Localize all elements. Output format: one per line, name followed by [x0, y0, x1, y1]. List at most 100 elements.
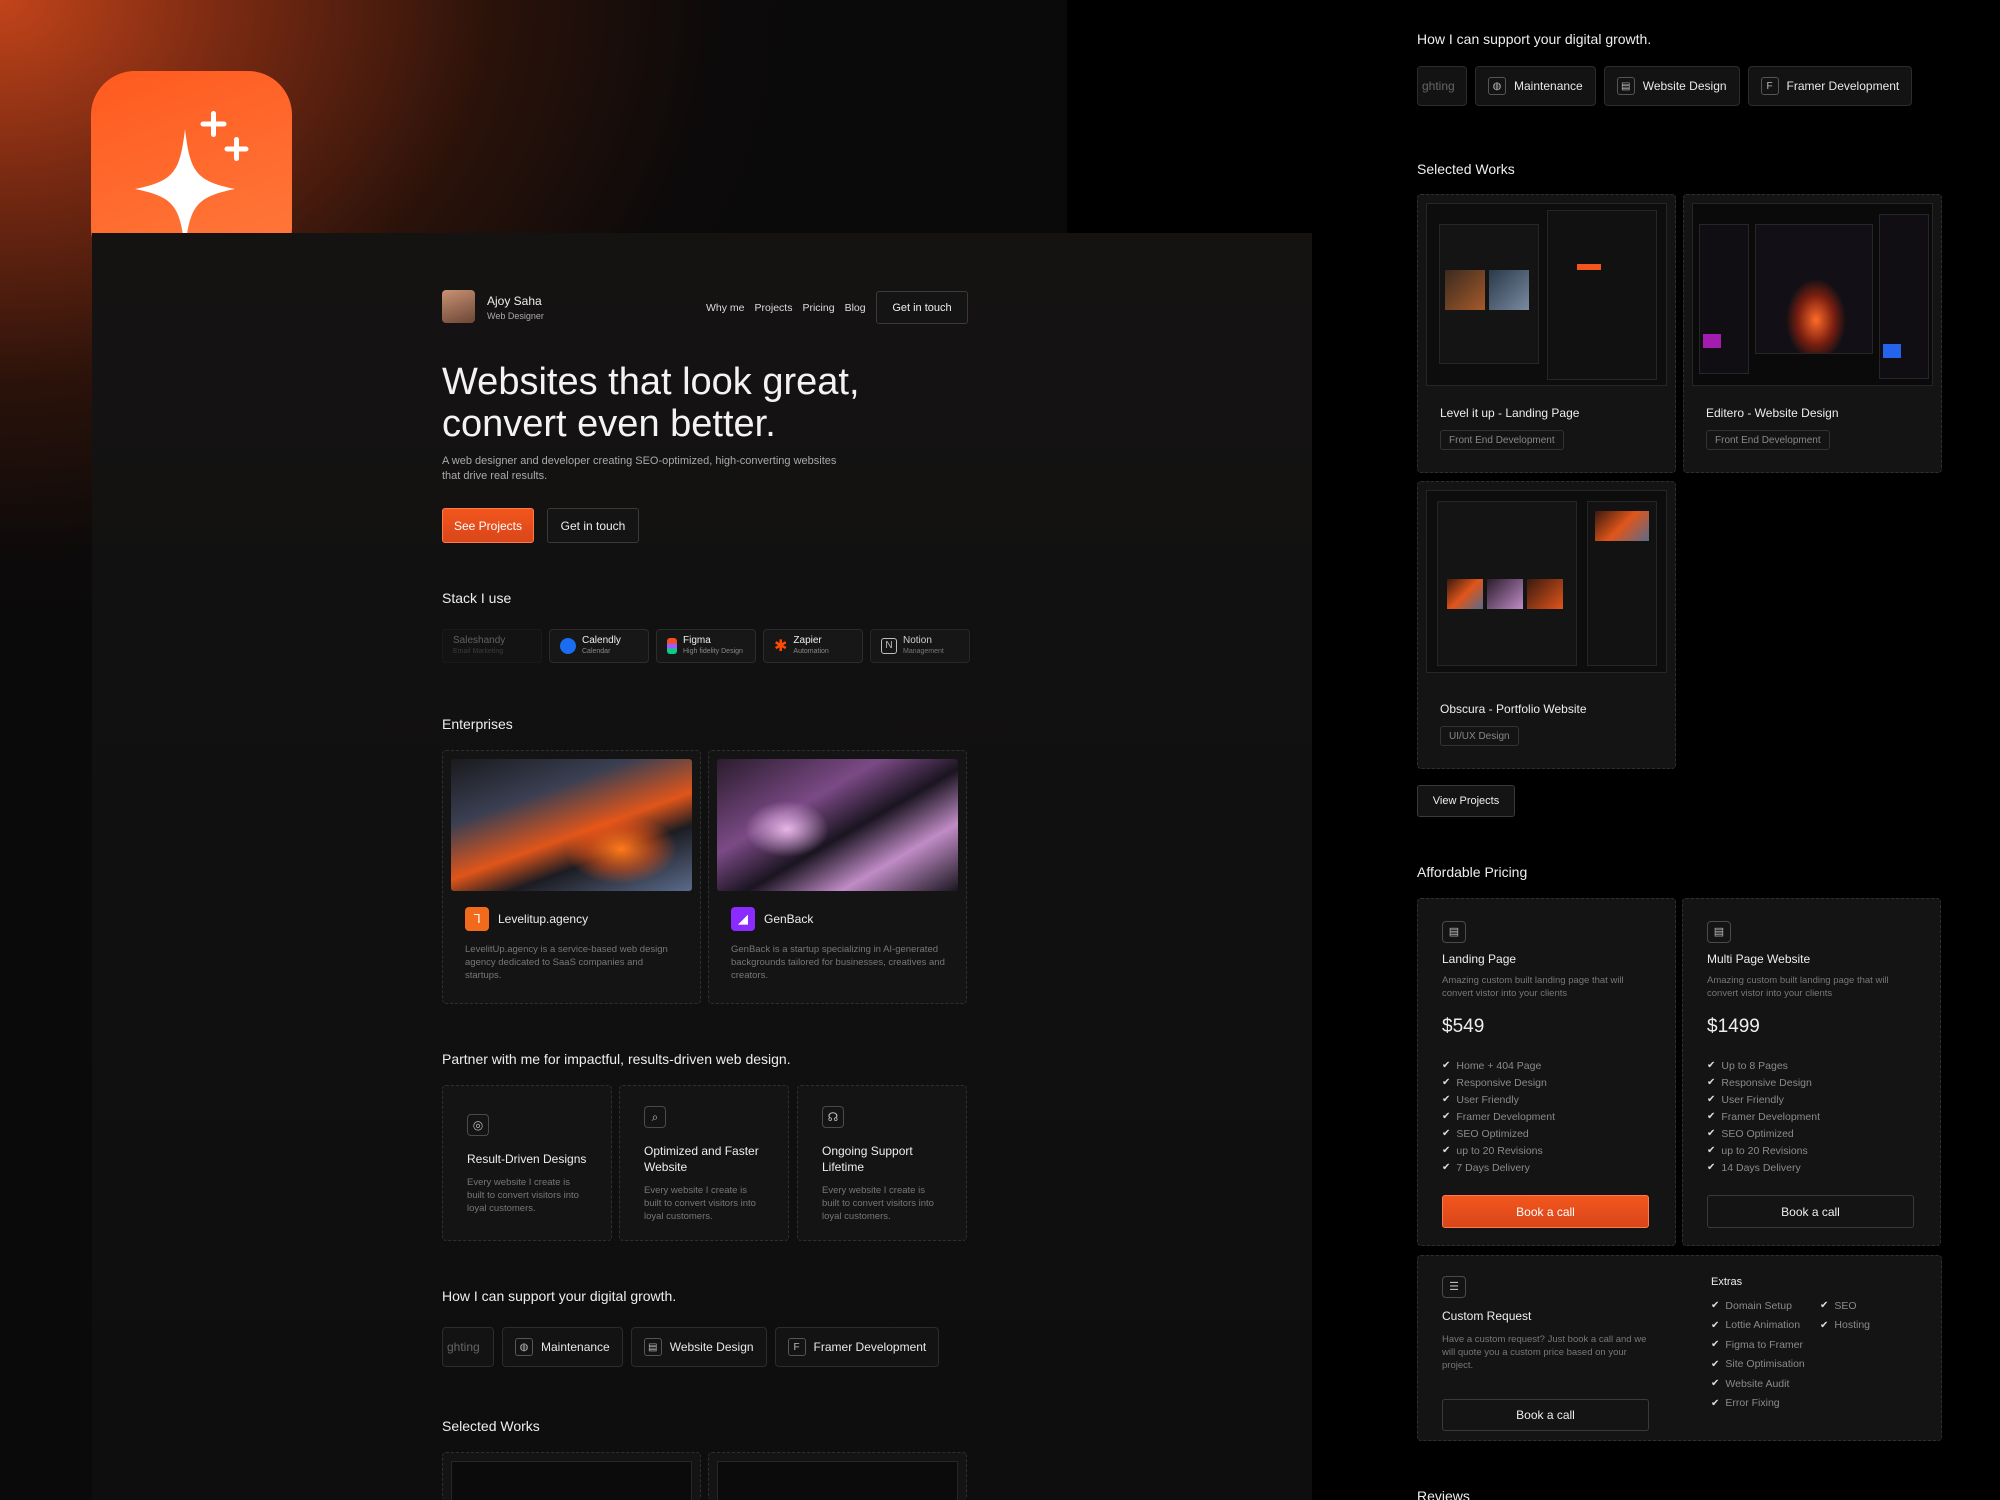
feature-item: ✔ Home + 404 Page — [1442, 1057, 1555, 1074]
layout-icon: ▤ — [643, 1338, 662, 1356]
check-icon: ✔ — [1820, 1319, 1829, 1331]
check-icon: ✔ — [1442, 1094, 1451, 1105]
zapier-icon: ✱ — [774, 638, 788, 655]
layout-icon: ▤ — [1707, 921, 1731, 943]
feature-item: ✔ up to 20 Revisions — [1442, 1142, 1555, 1159]
work-card-editero[interactable]: Editero - Website Design Front End Devel… — [1683, 194, 1942, 473]
partner-card-desc: Every website I create is built to conve… — [822, 1185, 934, 1222]
feature-text: SEO Optimized — [1721, 1127, 1794, 1140]
enterprise-image — [451, 759, 692, 891]
stack-name: Notion — [903, 635, 932, 646]
nav-blog[interactable]: Blog — [845, 302, 866, 314]
check-icon: ✔ — [1707, 1060, 1716, 1071]
service-label: Maintenance — [541, 1340, 610, 1354]
header-get-in-touch-button[interactable]: Get in touch — [876, 291, 968, 324]
partner-card-desc: Every website I create is built to conve… — [467, 1177, 579, 1214]
feature-item: ✔ Up to 8 Pages — [1707, 1057, 1820, 1074]
notion-icon: N — [881, 638, 897, 654]
extras-list-1: ✔ Domain Setup ✔ Lottie Animation ✔ Figma t… — [1711, 1296, 1805, 1413]
service-label: Website Design — [1642, 79, 1727, 93]
levelitup-logo-icon: ᒣ — [465, 907, 489, 931]
work-tag: Front End Development — [1706, 430, 1830, 450]
layout-icon: ▤ — [1442, 921, 1466, 943]
service-chip-lighting: ghting — [442, 1327, 494, 1367]
extras-list-2: ✔ SEO ✔ Hosting — [1820, 1296, 1870, 1335]
feature-text: Responsive Design — [1456, 1076, 1547, 1089]
service-chip-maintenance: ◍ Maintenance — [1475, 66, 1596, 106]
work-card-obscura[interactable]: Obscura - Portfolio Website UI/UX Design — [1417, 481, 1676, 769]
feature-item: ✔ up to 20 Revisions — [1707, 1142, 1820, 1159]
stack-title: Stack I use — [442, 590, 512, 606]
stack-item-saleshandy: Saleshandy Email Marketing — [442, 629, 542, 663]
feature-text: up to 20 Revisions — [1456, 1144, 1543, 1157]
stack-item-notion: N Notion Management — [870, 629, 970, 663]
check-icon: ✔ — [1711, 1397, 1720, 1409]
figma-icon — [667, 638, 677, 654]
work-thumbnail — [717, 1461, 958, 1500]
globe-icon: ◍ — [1488, 77, 1506, 95]
hero-get-in-touch-button[interactable]: Get in touch — [547, 508, 639, 543]
genback-logo-icon: ◢ — [731, 907, 755, 931]
hero-title-line-2: convert even better. — [442, 403, 776, 445]
extra-text: Website Audit — [1725, 1377, 1790, 1390]
stack-list: Saleshandy Email Marketing Calendly Calend… — [442, 629, 970, 663]
support-title: How I can support your digital growth. — [442, 1288, 677, 1304]
partner-card-results: ◎ Result-Driven Designs Every website I … — [442, 1085, 612, 1241]
check-icon: ✔ — [1442, 1145, 1451, 1156]
check-icon: ✔ — [1711, 1378, 1720, 1390]
partner-card-title: Optimized and Faster Website — [644, 1144, 759, 1174]
nav-pricing[interactable]: Pricing — [802, 302, 834, 314]
hero-subtitle-line-1: A web designer and developer creating SE… — [442, 455, 837, 467]
check-icon: ✔ — [1707, 1094, 1716, 1105]
extra-item: ✔ Domain Setup — [1711, 1296, 1805, 1316]
plan-name: Multi Page Website — [1707, 952, 1811, 966]
feature-text: 14 Days Delivery — [1721, 1161, 1801, 1174]
custom-book-call-button[interactable]: Book a call — [1442, 1399, 1649, 1431]
plan-book-call-button[interactable]: Book a call — [1707, 1195, 1914, 1228]
support-title-right: How I can support your digital growth. — [1417, 31, 1652, 47]
feature-item: ✔ SEO Optimized — [1442, 1125, 1555, 1142]
hero-subtitle-line-2: that drive real results. — [442, 470, 548, 482]
plan-book-call-button[interactable]: Book a call — [1442, 1195, 1649, 1228]
hero-subtitle: A web designer and developer creating SE… — [442, 454, 836, 484]
service-label: Framer Development — [813, 1340, 927, 1354]
feature-item: ✔ 7 Days Delivery — [1442, 1159, 1555, 1176]
extra-text: Error Fixing — [1725, 1397, 1780, 1410]
extra-item: ✔ Figma to Framer — [1711, 1335, 1805, 1355]
service-label: Maintenance — [1514, 79, 1583, 93]
work-thumbnail — [1426, 490, 1667, 673]
enterprises-title: Enterprises — [442, 716, 513, 732]
feature-text: up to 20 Revisions — [1721, 1144, 1808, 1157]
partner-card-title: Result-Driven Designs — [467, 1152, 587, 1166]
plan-features: ✔ Home + 404 Page ✔ Responsive Design ✔ Use… — [1442, 1057, 1555, 1176]
work-card-preview — [708, 1452, 967, 1500]
view-projects-button[interactable]: View Projects — [1417, 785, 1515, 817]
service-label: Website Design — [669, 1340, 754, 1354]
nav-why-me[interactable]: Why me — [706, 302, 745, 314]
plan-price: $1499 — [1707, 1016, 1760, 1037]
stack-desc: High fidelity Design — [683, 648, 743, 655]
work-title: Editero - Website Design — [1706, 406, 1839, 420]
enterprise-card-levelitup[interactable]: ᒣ Levelitup.agency LevelitUp.agency is a… — [442, 750, 701, 1004]
feature-item: ✔ Responsive Design — [1707, 1074, 1820, 1091]
feature-text: SEO Optimized — [1456, 1127, 1529, 1140]
service-chip-maintenance: ◍ Maintenance — [502, 1327, 623, 1367]
plan-card-landing-page: ▤ Landing Page Amazing custom built land… — [1417, 898, 1676, 1246]
feature-item: ✔ Framer Development — [1707, 1108, 1820, 1125]
service-chip-lighting: ghting — [1417, 66, 1467, 106]
feature-text: Home + 404 Page — [1456, 1059, 1542, 1072]
see-projects-button[interactable]: See Projects — [442, 508, 534, 543]
enterprise-card-genback[interactable]: ◢ GenBack GenBack is a startup specializ… — [708, 750, 967, 1004]
framer-icon: F — [787, 1338, 806, 1356]
feature-text: User Friendly — [1456, 1093, 1519, 1106]
calendly-icon — [560, 638, 576, 654]
custom-desc: Have a custom request? Just book a call … — [1442, 1334, 1647, 1371]
service-chip-framer: F Framer Development — [774, 1327, 940, 1367]
extra-item: ✔ Hosting — [1820, 1316, 1870, 1336]
service-label: Framer Development — [1786, 79, 1900, 93]
work-card-level-it-up[interactable]: Level it up - Landing Page Front End Dev… — [1417, 194, 1676, 473]
check-icon: ✔ — [1707, 1111, 1716, 1122]
nav-projects[interactable]: Projects — [755, 302, 793, 314]
site-role: Web Designer — [487, 311, 544, 321]
works-title-bottom: Selected Works — [442, 1418, 540, 1434]
